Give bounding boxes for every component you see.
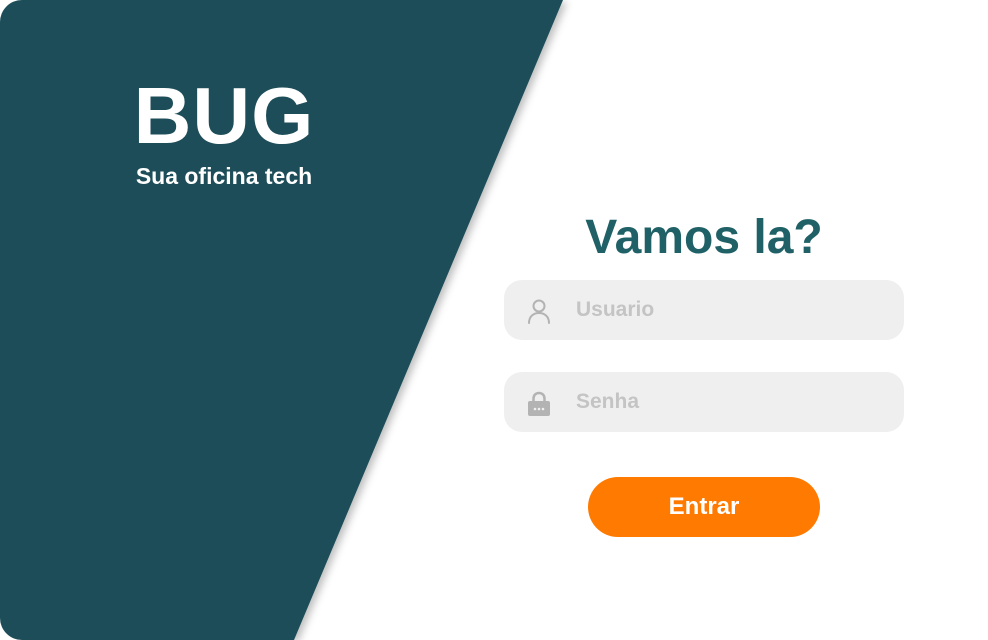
brand-subtitle: Sua oficina tech bbox=[135, 163, 313, 189]
username-input[interactable] bbox=[576, 280, 886, 340]
lock-icon bbox=[526, 390, 552, 416]
username-field[interactable] bbox=[504, 280, 904, 340]
password-field[interactable] bbox=[504, 372, 904, 432]
login-form: Vamos la? Entrar bbox=[504, 208, 904, 537]
user-icon bbox=[526, 298, 552, 324]
brand-block: BUG Sua oficina tech bbox=[96, 72, 352, 190]
brand-logo-title: BUG bbox=[133, 71, 315, 160]
login-card: BUG Sua oficina tech Vamos la? Usuario E… bbox=[0, 0, 988, 640]
password-input[interactable] bbox=[576, 372, 886, 432]
login-button[interactable]: Entrar bbox=[588, 477, 820, 537]
login-title: Vamos la? bbox=[585, 211, 823, 264]
